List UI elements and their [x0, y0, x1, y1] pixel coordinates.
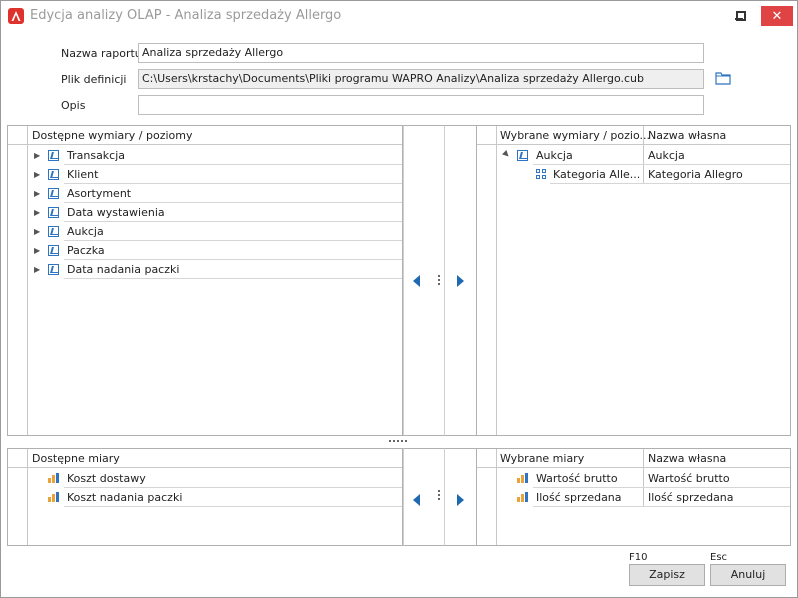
- dimensions-transfer-strip-right: [445, 125, 476, 436]
- close-button[interactable]: ✕: [761, 6, 793, 26]
- list-item[interactable]: ▶ Data wystawienia: [8, 203, 402, 222]
- expand-arrow-icon[interactable]: ▶: [34, 228, 42, 236]
- dimension-icon: [48, 188, 59, 199]
- selected-measures-list: Wartość brutto Wartość brutto Ilość sprz…: [477, 469, 790, 509]
- description-label: Opis: [61, 99, 86, 112]
- measure-icon: [517, 492, 528, 502]
- list-item-label: Data nadania paczki: [67, 263, 180, 276]
- list-item[interactable]: ▶ Klient: [8, 165, 402, 184]
- dimension-icon: [48, 169, 59, 180]
- list-item-label: Transakcja: [67, 149, 126, 162]
- table-cell-own-name[interactable]: Kategoria Allegro: [648, 168, 743, 181]
- available-measures-list: Koszt dostawy Koszt nadania paczki: [8, 469, 402, 509]
- list-item-label: Aukcja: [67, 225, 104, 238]
- list-item[interactable]: ▶ Paczka: [8, 241, 402, 260]
- move-right-icon[interactable]: [457, 494, 464, 506]
- dimension-icon: [48, 207, 59, 218]
- list-item-label: Klient: [67, 168, 99, 181]
- list-item[interactable]: ▶ Aukcja: [8, 222, 402, 241]
- list-item[interactable]: ▶ Asortyment: [8, 184, 402, 203]
- list-item-label: Paczka: [67, 244, 105, 257]
- vertical-splitter-grip[interactable]: [438, 490, 440, 502]
- horizontal-splitter-grip[interactable]: [389, 440, 407, 442]
- app-logo-icon: [8, 8, 24, 24]
- level-icon: [536, 169, 546, 179]
- table-cell-own-name[interactable]: Aukcja: [648, 149, 685, 162]
- table-cell-name: Aukcja: [536, 149, 573, 162]
- table-row[interactable]: Kategoria Alle... Kategoria Allegro: [477, 165, 790, 184]
- list-item[interactable]: Koszt nadania paczki: [8, 488, 402, 507]
- save-shortcut-label: F10: [629, 552, 648, 563]
- measure-icon: [48, 492, 59, 502]
- vertical-splitter-grip[interactable]: [438, 275, 440, 287]
- cancel-shortcut-label: Esc: [710, 552, 728, 563]
- dimension-icon: [48, 245, 59, 256]
- table-row[interactable]: ▶ Aukcja Aukcja: [477, 146, 790, 165]
- selected-dimensions-header: Wybrane wymiary / pozio... Nazwa własna: [477, 126, 790, 145]
- list-item[interactable]: ▶ Transakcja: [8, 146, 402, 165]
- dimensions-transfer-strip: [403, 125, 445, 436]
- table-cell-own-name[interactable]: Ilość sprzedana: [648, 491, 734, 504]
- list-item-label: Koszt dostawy: [67, 472, 146, 485]
- list-item[interactable]: ▶ Data nadania paczki: [8, 260, 402, 279]
- table-cell-name: Ilość sprzedana: [536, 491, 622, 504]
- selected-measures-header: Wybrane miary Nazwa własna: [477, 449, 790, 468]
- dimension-icon: [48, 150, 59, 161]
- list-item-label: Koszt nadania paczki: [67, 491, 183, 504]
- window-title: Edycja analizy OLAP - Analiza sprzedaży …: [30, 8, 342, 23]
- measure-icon: [48, 473, 59, 483]
- selected-measures-header-own: Nazwa własna: [648, 452, 727, 465]
- selected-dimensions-list: ▶ Aukcja Aukcja Kategoria Alle... Katego…: [477, 146, 790, 186]
- folder-icon[interactable]: [715, 71, 731, 85]
- table-cell-name: Kategoria Alle...: [553, 168, 641, 181]
- collapse-arrow-icon[interactable]: ▶: [501, 149, 512, 160]
- definition-file-input[interactable]: C:\Users\krstachy\Documents\Pliki progra…: [138, 69, 704, 89]
- available-dimensions-panel: Dostępne wymiary / poziomy ▶ Transakcja …: [7, 125, 403, 436]
- selected-measures-header-name: Wybrane miary: [500, 452, 585, 465]
- measures-transfer-strip-right: [445, 448, 476, 546]
- table-cell-name: Wartość brutto: [536, 472, 618, 485]
- move-right-icon[interactable]: [457, 275, 464, 287]
- measures-transfer-strip: [403, 448, 445, 546]
- selected-dimensions-panel: Wybrane wymiary / pozio... Nazwa własna …: [476, 125, 791, 436]
- maximize-button[interactable]: [729, 6, 753, 26]
- dimension-icon: [517, 150, 528, 161]
- available-dimensions-header-label: Dostępne wymiary / poziomy: [32, 129, 193, 142]
- expand-arrow-icon[interactable]: ▶: [34, 152, 42, 160]
- title-bar: Edycja analizy OLAP - Analiza sprzedaży …: [0, 0, 798, 32]
- save-button[interactable]: Zapisz: [629, 564, 705, 586]
- description-input[interactable]: [138, 95, 704, 115]
- expand-arrow-icon[interactable]: ▶: [34, 190, 42, 198]
- dimension-icon: [48, 264, 59, 275]
- measure-icon: [517, 473, 528, 483]
- expand-arrow-icon[interactable]: ▶: [34, 247, 42, 255]
- selected-measures-panel: Wybrane miary Nazwa własna Wartość brutt…: [476, 448, 791, 546]
- list-item-label: Data wystawienia: [67, 206, 165, 219]
- table-row[interactable]: Ilość sprzedana Ilość sprzedana: [477, 488, 790, 507]
- table-row[interactable]: Wartość brutto Wartość brutto: [477, 469, 790, 488]
- report-name-input[interactable]: Analiza sprzedaży Allergo: [138, 43, 704, 63]
- close-icon: ✕: [771, 8, 783, 24]
- available-measures-header: Dostępne miary: [8, 449, 402, 468]
- list-item-label: Asortyment: [67, 187, 132, 200]
- cancel-button[interactable]: Anuluj: [710, 564, 786, 586]
- move-left-icon[interactable]: [413, 494, 420, 506]
- available-measures-header-label: Dostępne miary: [32, 452, 120, 465]
- expand-arrow-icon[interactable]: ▶: [34, 171, 42, 179]
- report-name-label: Nazwa raportu: [61, 47, 142, 60]
- selected-dimensions-header-name: Wybrane wymiary / pozio...: [500, 129, 650, 142]
- selected-dimensions-header-own: Nazwa własna: [648, 129, 727, 142]
- dimension-icon: [48, 226, 59, 237]
- available-measures-panel: Dostępne miary Koszt dostawy Koszt nadan…: [7, 448, 403, 546]
- available-dimensions-header: Dostępne wymiary / poziomy: [8, 126, 402, 145]
- definition-file-label: Plik definicji: [61, 73, 127, 86]
- available-dimensions-list: ▶ Transakcja ▶ Klient ▶ Asortyment ▶ Dat…: [8, 146, 402, 286]
- move-left-icon[interactable]: [413, 275, 420, 287]
- list-item[interactable]: Koszt dostawy: [8, 469, 402, 488]
- expand-arrow-icon[interactable]: ▶: [34, 209, 42, 217]
- expand-arrow-icon[interactable]: ▶: [34, 266, 42, 274]
- table-cell-own-name[interactable]: Wartość brutto: [648, 472, 730, 485]
